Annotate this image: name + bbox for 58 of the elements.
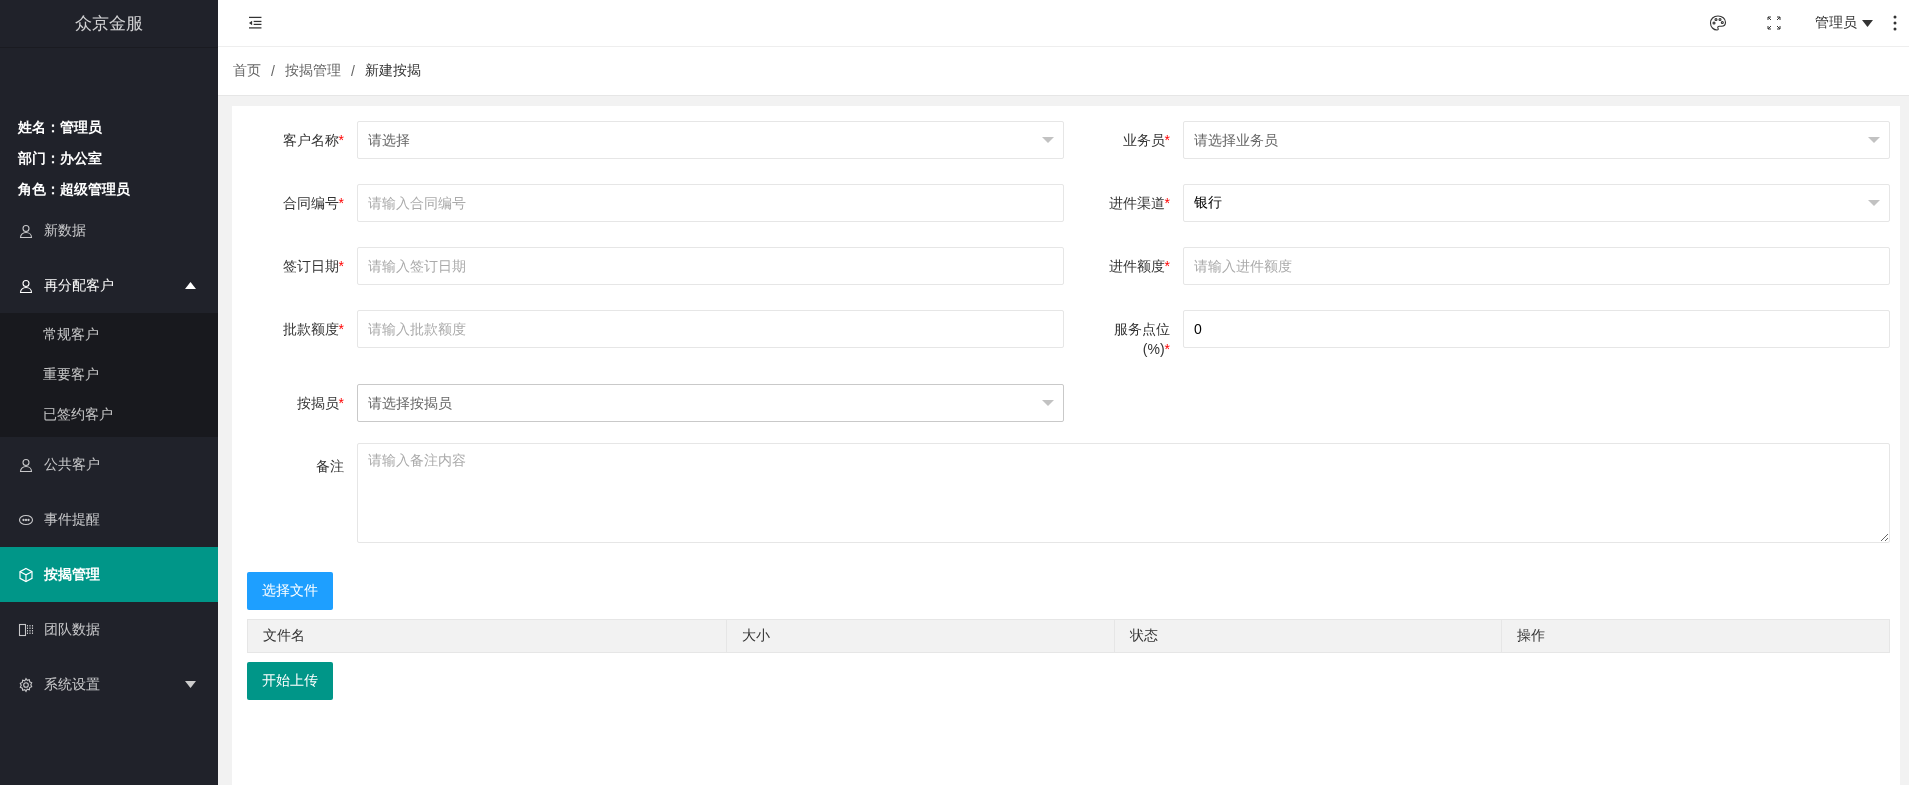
field-label: 客户名称* xyxy=(281,131,345,150)
settings-icon xyxy=(18,676,34,693)
breadcrumb-separator: / xyxy=(350,63,355,79)
remarks-field[interactable]: 请输入备注内容 xyxy=(357,443,1890,543)
sidebar-item[interactable]: 新数据 xyxy=(0,203,218,258)
submenu-item[interactable]: 常规客户 xyxy=(0,315,218,355)
field-label: 进件额度* xyxy=(1107,257,1171,276)
fullscreen-icon[interactable] xyxy=(1767,16,1781,30)
field-label: 备注 xyxy=(315,457,345,476)
cube-icon xyxy=(18,566,34,583)
sidebar-item[interactable]: 系统设置 xyxy=(0,657,218,712)
field-label: 服务点位(%)* xyxy=(1113,320,1171,359)
caret-down-icon xyxy=(185,681,196,688)
user-menu[interactable]: 管理员 xyxy=(1815,14,1873,32)
field-label: 批款额度* xyxy=(281,320,345,339)
field-label: 按揭员* xyxy=(295,394,345,413)
more-icon[interactable] xyxy=(1893,15,1897,31)
columns-icon xyxy=(18,621,34,638)
column-header: 状态 xyxy=(1113,620,1501,652)
column-header: 文件名 xyxy=(262,626,306,645)
select-field[interactable]: 请选择 xyxy=(357,121,1064,159)
user-icon xyxy=(18,456,34,473)
sidebar-item[interactable]: 再分配客户 xyxy=(0,258,218,313)
field-label: 合同编号* xyxy=(281,194,345,213)
breadcrumb-separator: / xyxy=(271,63,275,79)
sidebar-item[interactable]: 事件提醒 xyxy=(0,492,218,547)
input-field[interactable]: 请输入批款额度 xyxy=(357,310,1064,348)
user-info-text: 部门：办公室 xyxy=(18,149,102,168)
input-field[interactable]: 请输入进件额度 xyxy=(1183,247,1890,285)
breadcrumb-link[interactable]: 首页 xyxy=(233,62,261,80)
input-field[interactable]: 请输入签订日期 xyxy=(357,247,1064,285)
caret-down-icon[interactable] xyxy=(1862,19,1873,27)
menu-icon[interactable] xyxy=(248,16,264,30)
breadcrumb-link[interactable]: 新建按揭 xyxy=(364,62,421,80)
sidebar-item[interactable]: 团队数据 xyxy=(0,602,218,657)
submenu-item[interactable]: 重要客户 xyxy=(0,355,218,395)
user-icon xyxy=(18,277,34,294)
column-header: 大小 xyxy=(726,620,1114,652)
breadcrumb-link[interactable]: 按揭管理 xyxy=(284,62,341,80)
app-logo: 众京金服 xyxy=(75,13,143,35)
user-icon xyxy=(18,222,34,239)
user-info-text: 角色：超级管理员 xyxy=(18,180,130,199)
field-label: 签订日期* xyxy=(281,257,345,276)
input-field[interactable]: 请输入合同编号 xyxy=(357,184,1064,222)
field-label: 进件渠道* xyxy=(1107,194,1171,213)
start-upload-button[interactable]: 开始上传 xyxy=(247,662,333,700)
select-field[interactable]: 请选择按揭员 xyxy=(357,384,1064,422)
caret-up-icon xyxy=(185,282,196,289)
select-field[interactable]: 银行 xyxy=(1183,184,1890,222)
select-field[interactable]: 请选择业务员 xyxy=(1183,121,1890,159)
submenu-item[interactable]: 已签约客户 xyxy=(0,395,218,435)
sidebar-item[interactable]: 按揭管理 xyxy=(0,547,218,602)
column-header: 操作 xyxy=(1500,620,1889,652)
sidebar-item[interactable]: 公共客户 xyxy=(0,437,218,492)
palette-icon[interactable] xyxy=(1709,14,1727,32)
input-field[interactable]: 0 xyxy=(1183,310,1890,348)
field-label: 业务员* xyxy=(1121,131,1171,150)
user-info-text: 姓名：管理员 xyxy=(18,118,102,137)
